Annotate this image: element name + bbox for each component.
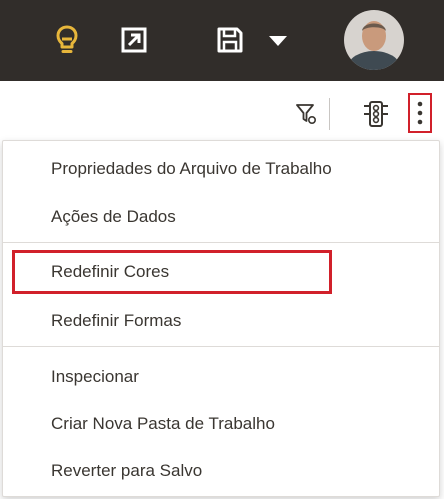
menu-separator — [3, 346, 439, 347]
menu-item-data-actions[interactable]: Ações de Dados — [51, 207, 176, 227]
top-bar — [0, 0, 444, 81]
menu-item-workbook-properties[interactable]: Propriedades do Arquivo de Trabalho — [51, 159, 332, 179]
user-avatar[interactable] — [343, 9, 405, 71]
overflow-menu: Propriedades do Arquivo de Trabalho Açõe… — [2, 140, 440, 497]
menu-item-reset-shapes[interactable]: Redefinir Formas — [51, 311, 181, 331]
chevron-down-icon[interactable] — [266, 32, 290, 50]
menu-item-inspect[interactable]: Inspecionar — [51, 367, 139, 387]
more-button-highlight — [408, 93, 432, 133]
expand-icon[interactable] — [118, 24, 150, 56]
save-icon[interactable] — [214, 24, 246, 56]
toolbar-divider — [329, 98, 330, 130]
menu-item-create-workbook[interactable]: Criar Nova Pasta de Trabalho — [51, 414, 275, 434]
filter-icon[interactable] — [294, 100, 320, 128]
menu-item-revert-to-saved[interactable]: Reverter para Salvo — [51, 461, 202, 481]
traffic-light-icon[interactable] — [360, 98, 392, 130]
reset-colors-highlight — [12, 250, 332, 294]
menu-separator — [3, 242, 439, 243]
lightbulb-icon[interactable] — [50, 22, 84, 58]
